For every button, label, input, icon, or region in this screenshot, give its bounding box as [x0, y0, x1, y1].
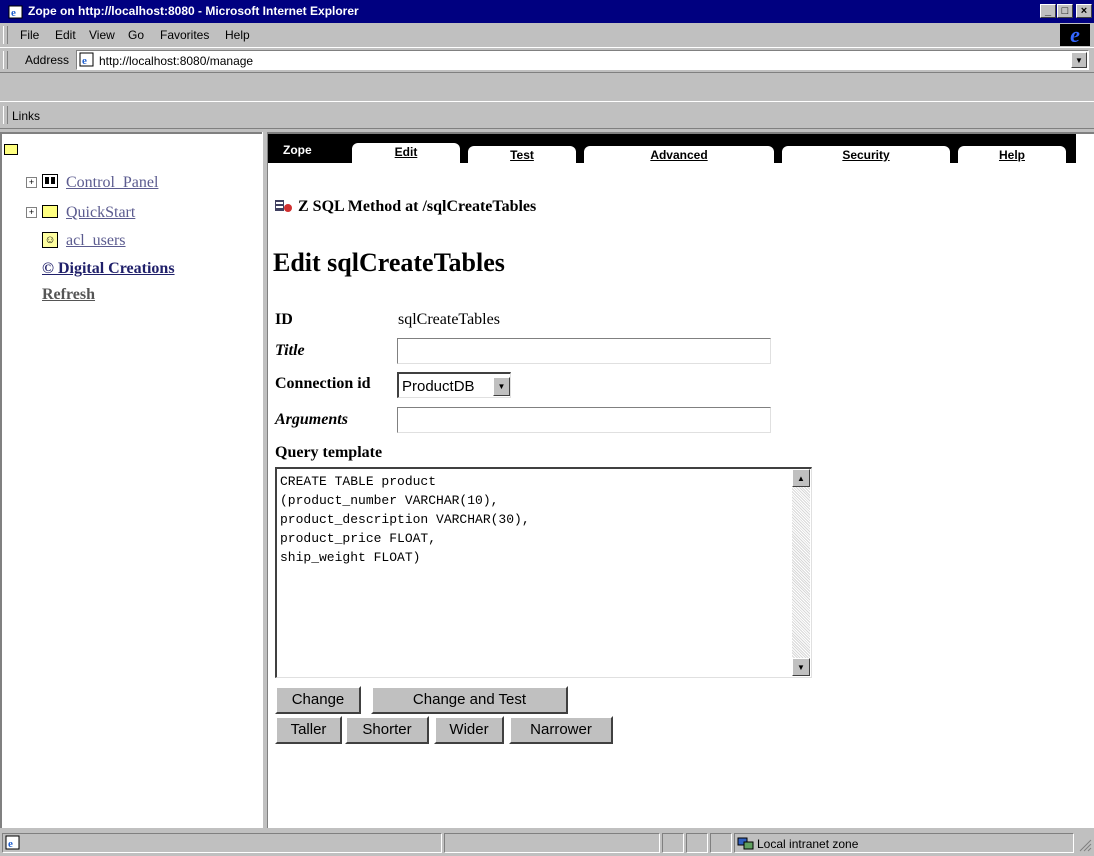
resize-grip-icon[interactable]: [1078, 838, 1092, 852]
window-title: Zope on http://localhost:8080 - Microsof…: [28, 4, 359, 18]
connection-select[interactable]: ProductDB ▼: [397, 372, 511, 398]
quickstart-folder-icon: [42, 205, 58, 218]
toolbar-gap: [0, 75, 1094, 99]
control-panel-icon: [42, 174, 58, 188]
shorter-button[interactable]: Shorter: [345, 716, 429, 744]
tree-item-quickstart[interactable]: QuickStart: [66, 204, 135, 222]
menu-view[interactable]: View: [89, 28, 115, 42]
scroll-down-icon[interactable]: ▼: [792, 658, 810, 676]
links-bar: Links: [0, 101, 1094, 129]
taller-button[interactable]: Taller: [275, 716, 342, 744]
menu-favorites[interactable]: Favorites: [160, 28, 209, 42]
status-panel-3: [662, 833, 684, 853]
status-zone-panel: Local intranet zone: [734, 833, 1074, 853]
status-panel-4: [686, 833, 708, 853]
address-url: http://localhost:8080/manage: [99, 54, 254, 68]
id-label: ID: [275, 311, 293, 328]
root-folder-icon[interactable]: [4, 144, 18, 155]
tab-help[interactable]: Help: [958, 146, 1066, 164]
intranet-zone-icon: [737, 836, 755, 854]
address-input[interactable]: e http://localhost:8080/manage ▼: [76, 50, 1089, 70]
connection-label: Connection id: [275, 375, 371, 392]
tab-edit[interactable]: Edit: [352, 143, 460, 165]
tree-item-acl-users[interactable]: acl_users: [66, 232, 126, 250]
svg-text:e: e: [11, 7, 16, 19]
links-grip[interactable]: [3, 106, 8, 124]
menu-grip[interactable]: [3, 26, 8, 44]
page-heading: Edit sqlCreateTables: [273, 248, 505, 277]
query-scrollbar[interactable]: ▲ ▼: [792, 469, 810, 676]
minimize-button[interactable]: _: [1040, 4, 1056, 18]
address-label: Address: [25, 53, 70, 67]
query-template-label: Query template: [275, 444, 383, 461]
status-panel-5: [710, 833, 732, 853]
zone-label: Local intranet zone: [757, 837, 859, 851]
status-page-icon: e: [5, 835, 21, 854]
meta-type-title: Z SQL Method at /sqlCreateTables: [298, 198, 537, 215]
menu-file[interactable]: File: [20, 28, 39, 42]
ie-page-icon: e: [8, 4, 24, 20]
menu-bar: File Edit View Go Favorites Help: [0, 23, 1094, 47]
tab-strip: Edit Test Advanced Security Help: [268, 134, 1076, 165]
status-main-panel: e: [2, 833, 442, 853]
user-folder-icon: ☺: [42, 232, 58, 248]
title-bar: e Zope on http://localhost:8080 - Micros…: [0, 0, 1094, 23]
query-text: CREATE TABLE product (product_number VAR…: [280, 474, 530, 565]
wider-button[interactable]: Wider: [434, 716, 504, 744]
status-panel-2: [444, 833, 660, 853]
navigation-frame: + Control_Panel + QuickStart ☺ acl_users…: [0, 132, 262, 828]
id-value: sqlCreateTables: [398, 311, 500, 328]
close-button[interactable]: ×: [1076, 4, 1092, 18]
maximize-button[interactable]: □: [1057, 4, 1073, 18]
arguments-label: Arguments: [275, 411, 348, 428]
address-grip[interactable]: [3, 51, 8, 69]
title-field[interactable]: [397, 338, 771, 364]
expand-quickstart-icon[interactable]: +: [26, 207, 37, 218]
tab-security[interactable]: Security: [782, 146, 950, 164]
connection-dropdown-icon[interactable]: ▼: [493, 377, 510, 396]
svg-text:e: e: [8, 838, 13, 850]
tab-advanced[interactable]: Advanced: [584, 146, 774, 164]
scroll-up-icon[interactable]: ▲: [792, 469, 810, 487]
tab-test[interactable]: Test: [468, 146, 576, 164]
narrower-button[interactable]: Narrower: [509, 716, 613, 744]
menu-edit[interactable]: Edit: [55, 28, 76, 42]
refresh-link[interactable]: Refresh: [42, 286, 95, 304]
expand-control-panel-icon[interactable]: +: [26, 177, 37, 188]
links-label[interactable]: Links: [12, 109, 40, 123]
change-and-test-button[interactable]: Change and Test: [371, 686, 568, 714]
svg-text:e: e: [82, 55, 87, 67]
tree-item-control-panel[interactable]: Control_Panel: [66, 174, 158, 192]
connection-value: ProductDB: [402, 378, 475, 395]
sql-method-icon: [274, 197, 294, 216]
ie-logo-icon: e: [1060, 24, 1090, 46]
arguments-field[interactable]: [397, 407, 771, 433]
menu-help[interactable]: Help: [225, 28, 250, 42]
page-icon: e: [79, 52, 95, 71]
address-dropdown-button[interactable]: ▼: [1071, 52, 1087, 68]
change-button[interactable]: Change: [275, 686, 361, 714]
title-label: Title: [275, 342, 305, 359]
menu-go[interactable]: Go: [128, 28, 144, 42]
zope-label: Zope: [283, 143, 312, 157]
digital-creations-link[interactable]: © Digital Creations: [42, 260, 175, 278]
query-template-textarea[interactable]: CREATE TABLE product (product_number VAR…: [275, 467, 812, 678]
